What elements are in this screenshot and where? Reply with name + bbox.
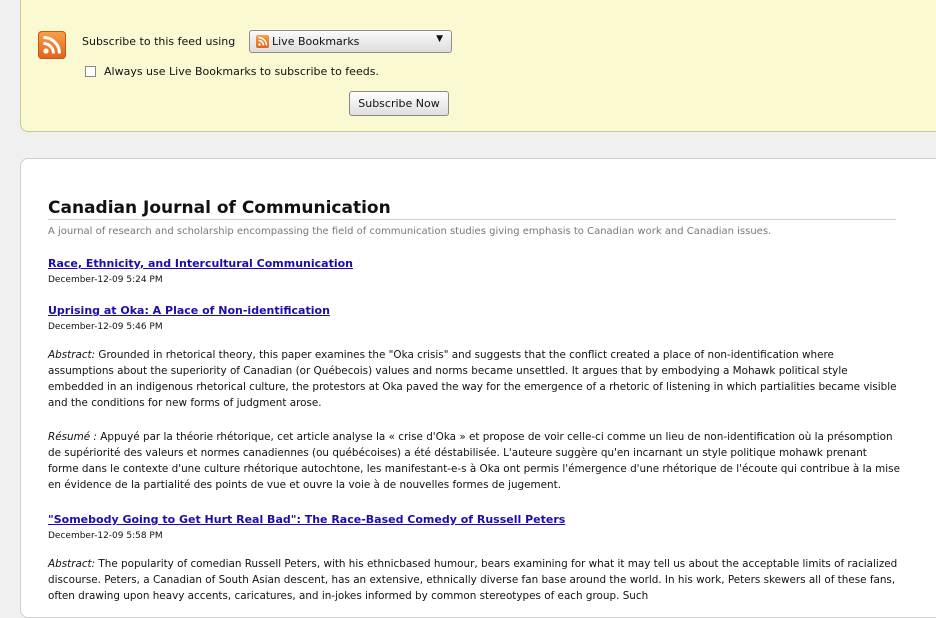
rss-feed-icon (38, 31, 66, 59)
entry-date: December-12-09 5:24 PM (48, 275, 163, 285)
abstract-text: The popularity of comedian Russell Peter… (48, 558, 898, 602)
resume-text: Appuyé par la théorie rhétorique, cet ar… (48, 431, 900, 491)
entry-title-link[interactable]: Uprising at Oka: A Place of Non-identifi… (48, 304, 330, 317)
entry-title-link[interactable]: Race, Ethnicity, and Intercultural Commu… (48, 257, 353, 270)
resume-label: Résumé : (48, 431, 97, 443)
entry-title-link[interactable]: "Somebody Going to Get Hurt Real Bad": T… (48, 513, 565, 526)
entry-resume: Résumé : Appuyé par la théorie rhétoriqu… (48, 429, 900, 493)
live-bookmarks-icon (256, 35, 269, 48)
abstract-label: Abstract: (48, 558, 96, 570)
subscribe-now-button[interactable]: Subscribe Now (349, 91, 449, 116)
feed-reader-selected: Live Bookmarks (272, 35, 360, 48)
chevron-down-icon: ▼ (436, 34, 443, 44)
feed-title: Canadian Journal of Communication (48, 198, 391, 218)
entry-date: December-12-09 5:58 PM (48, 531, 163, 541)
always-use-checkbox[interactable] (85, 66, 96, 77)
abstract-text: Grounded in rhetorical theory, this pape… (48, 349, 897, 409)
entry-abstract: Abstract: The popularity of comedian Rus… (48, 556, 900, 604)
abstract-label: Abstract: (48, 349, 96, 361)
always-use-label: Always use Live Bookmarks to subscribe t… (104, 65, 379, 78)
feed-reader-select[interactable]: Live Bookmarks ▼ (249, 30, 452, 53)
entry-abstract: Abstract: Grounded in rhetorical theory,… (48, 347, 900, 411)
feed-subtitle: A journal of research and scholarship en… (48, 226, 772, 237)
subscribe-label: Subscribe to this feed using (82, 35, 236, 48)
title-divider (48, 219, 896, 220)
entry-date: December-12-09 5:46 PM (48, 322, 163, 332)
